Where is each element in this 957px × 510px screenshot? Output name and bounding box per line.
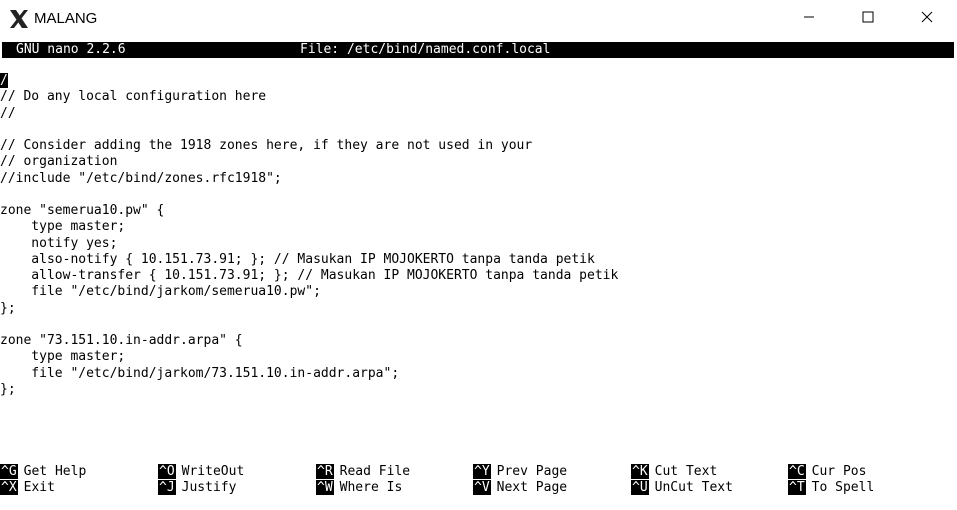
shortcut-key: ^U <box>631 480 649 495</box>
shortcut-key: ^O <box>158 464 176 479</box>
editor-line[interactable]: type master; <box>0 349 618 365</box>
shortcut-cut-text[interactable]: ^K Cut Text <box>631 464 717 480</box>
shortcut-writeout[interactable]: ^O WriteOut <box>158 464 244 480</box>
shortcut-key: ^Y <box>473 464 491 479</box>
nano-shortcut-bar: ^G Get Help ^O WriteOut ^R Read File ^Y Prev… <box>0 464 955 498</box>
nano-version: GNU nano 2.2.6 <box>16 42 126 57</box>
editor-line[interactable]: / <box>0 73 618 89</box>
terminal-window: MALANG GNU nano 2.2.6 File: /etc/bind/na… <box>0 0 957 510</box>
shortcut-key: ^T <box>788 480 806 495</box>
editor-line[interactable] <box>0 122 618 138</box>
shortcut-key: ^W <box>316 480 334 495</box>
shortcut-key: ^X <box>0 480 18 495</box>
editor-line[interactable]: // organization <box>0 154 618 170</box>
shortcut-read-file[interactable]: ^R Read File <box>316 464 410 480</box>
shortcut-label: Cur Pos <box>811 464 867 479</box>
maximize-button[interactable] <box>845 4 891 34</box>
editor-line[interactable]: // Do any local configuration here <box>0 89 618 105</box>
shortcut-key: ^J <box>158 480 176 495</box>
editor-line[interactable]: file "/etc/bind/jarkom/semerua10.pw"; <box>0 284 618 300</box>
editor-line[interactable]: file "/etc/bind/jarkom/73.151.10.in-addr… <box>0 366 618 382</box>
editor-line[interactable]: type master; <box>0 219 618 235</box>
minimize-icon <box>803 10 815 28</box>
shortcut-label: Prev Page <box>496 464 568 479</box>
editor-line[interactable] <box>0 317 618 333</box>
shortcut-label: Get Help <box>23 464 87 479</box>
x-server-icon <box>8 8 30 30</box>
editor-line[interactable]: // Consider adding the 1918 zones here, … <box>0 138 618 154</box>
shortcut-get-help[interactable]: ^G Get Help <box>0 464 86 480</box>
shortcut-label: UnCut Text <box>654 480 733 495</box>
editor-line[interactable]: zone "semerua10.pw" { <box>0 203 618 219</box>
editor-line[interactable]: notify yes; <box>0 236 618 252</box>
shortcut-key: ^K <box>631 464 649 479</box>
shortcut-exit[interactable]: ^X Exit <box>0 480 55 496</box>
shortcut-prev-page[interactable]: ^Y Prev Page <box>473 464 567 480</box>
editor-line[interactable]: zone "73.151.10.in-addr.arpa" { <box>0 333 618 349</box>
shortcut-next-page[interactable]: ^V Next Page <box>473 480 567 496</box>
close-button[interactable] <box>904 4 950 34</box>
maximize-icon <box>862 10 874 28</box>
shortcut-key: ^V <box>473 480 491 495</box>
shortcut-key: ^G <box>0 464 18 479</box>
shortcut-label: Read File <box>339 464 411 479</box>
shortcut-uncut-text[interactable]: ^U UnCut Text <box>631 480 733 496</box>
editor-line[interactable]: // <box>0 106 618 122</box>
close-icon <box>921 10 933 28</box>
nano-file-label: File: /etc/bind/named.conf.local <box>300 42 551 57</box>
editor-line[interactable]: }; <box>0 301 618 317</box>
text-cursor: / <box>0 73 8 88</box>
shortcut-key: ^R <box>316 464 334 479</box>
minimize-button[interactable] <box>786 4 832 34</box>
shortcut-where-is[interactable]: ^W Where Is <box>316 480 402 496</box>
shortcut-to-spell[interactable]: ^T To Spell <box>788 480 874 496</box>
shortcut-justify[interactable]: ^J Justify <box>158 480 236 496</box>
shortcut-label: To Spell <box>811 480 875 495</box>
shortcut-cur-pos[interactable]: ^C Cur Pos <box>788 464 866 480</box>
shortcut-label: Next Page <box>496 480 568 495</box>
shortcut-label: Cut Text <box>654 464 718 479</box>
editor-line[interactable]: also-notify { 10.151.73.91; }; // Masuka… <box>0 252 618 268</box>
title-bar[interactable]: MALANG <box>0 0 957 41</box>
editor-line[interactable]: allow-transfer { 10.151.73.91; }; // Mas… <box>0 268 618 284</box>
shortcut-label: Exit <box>23 480 55 495</box>
editor-line[interactable] <box>0 187 618 203</box>
nano-header: GNU nano 2.2.6 File: /etc/bind/named.con… <box>2 42 954 58</box>
shortcut-key: ^C <box>788 464 806 479</box>
editor-line[interactable]: }; <box>0 382 618 398</box>
terminal-area[interactable]: GNU nano 2.2.6 File: /etc/bind/named.con… <box>0 40 955 508</box>
editor-line[interactable]: //include "/etc/bind/zones.rfc1918"; <box>0 171 618 187</box>
window-title: MALANG <box>34 10 98 27</box>
editor-content[interactable]: / // Do any local configuration here // … <box>0 73 618 398</box>
shortcut-label: Where Is <box>339 480 403 495</box>
shortcut-label: Justify <box>181 480 237 495</box>
shortcut-label: WriteOut <box>181 464 245 479</box>
